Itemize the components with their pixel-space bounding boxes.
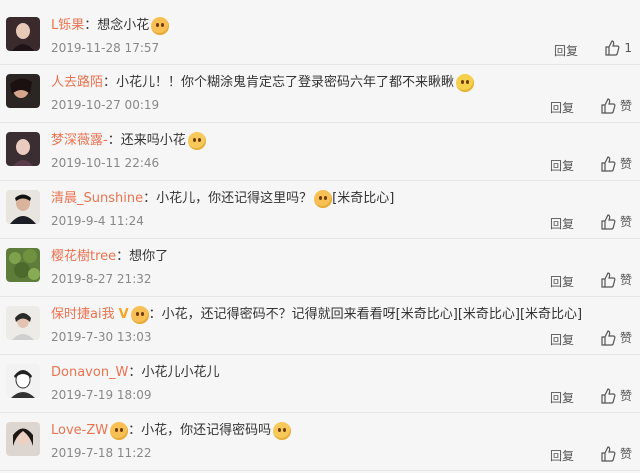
thumbs-up-icon xyxy=(601,155,616,172)
username[interactable]: 梦深薇露- xyxy=(51,131,108,151)
thumbs-up-icon xyxy=(605,40,620,56)
comment-text: 小花，你还记得密码吗 xyxy=(141,423,272,438)
like-count: 1 xyxy=(624,41,632,55)
avatar[interactable] xyxy=(6,132,40,166)
separator: ： xyxy=(107,133,121,148)
avatar[interactable] xyxy=(6,364,40,398)
like-button[interactable]: 赞 xyxy=(600,329,632,346)
cry-emoji-icon xyxy=(273,422,292,440)
comment-text: 还来吗小花 xyxy=(120,133,186,148)
comment-text: 小花儿，你还记得这里吗？ xyxy=(156,191,313,206)
like-button[interactable]: 赞 xyxy=(600,213,632,230)
truncated-header xyxy=(0,0,640,8)
cry-emoji-icon xyxy=(187,132,206,150)
like-button[interactable]: 赞 xyxy=(600,445,632,462)
username[interactable]: 清晨_Sunshine xyxy=(51,189,143,209)
like-button[interactable]: 赞 xyxy=(600,387,632,404)
reply-button[interactable]: 回复 xyxy=(550,99,574,116)
thumbs-up-icon xyxy=(601,387,616,404)
like-button[interactable]: 赞 xyxy=(600,155,632,172)
kiss-emoji-icon xyxy=(110,422,129,440)
reply-button[interactable]: 回复 xyxy=(550,389,574,406)
timestamp: 2019-10-27 00:19 xyxy=(51,98,160,112)
like-button[interactable]: 1 xyxy=(604,40,632,56)
like-label: 赞 xyxy=(619,99,632,113)
username[interactable]: Donavon_W xyxy=(51,363,128,383)
sticker-text: [米奇比心] xyxy=(332,191,395,206)
separator: ： xyxy=(116,249,130,264)
thumbs-up-icon xyxy=(601,213,616,230)
like-label: 赞 xyxy=(619,157,632,171)
comment-text: 想念小花 xyxy=(97,18,150,33)
timestamp: 2019-10-11 22:46 xyxy=(51,156,160,170)
verified-badge: V xyxy=(118,307,129,322)
like-button[interactable]: 赞 xyxy=(600,97,632,114)
reply-button[interactable]: 回复 xyxy=(550,157,574,174)
avatar[interactable] xyxy=(6,248,40,282)
thumbs-up-icon xyxy=(601,329,616,346)
kiss-emoji-icon xyxy=(314,190,333,208)
timestamp: 2019-7-18 11:22 xyxy=(51,446,152,460)
like-label: 赞 xyxy=(619,447,632,461)
separator: ： xyxy=(148,307,162,322)
comment-item: 清晨_Sunshine ： 小花儿，你还记得这里吗？ [米奇比心] 2019-9… xyxy=(0,181,640,239)
like-label: 赞 xyxy=(619,389,632,403)
comment-item: 梦深薇露- ： 还来吗小花 2019-10-11 22:46 回复 赞 xyxy=(0,123,640,181)
kiss-emoji-icon xyxy=(151,17,170,35)
reply-button[interactable]: 回复 xyxy=(550,331,574,348)
kiss-emoji-icon xyxy=(130,306,149,324)
like-button[interactable]: 赞 xyxy=(600,271,632,288)
comment-item: L铄果 ： 想念小花 2019-11-28 17:57 回复 1 xyxy=(0,8,640,65)
separator: ： xyxy=(128,423,142,438)
reply-button[interactable]: 回复 xyxy=(550,215,574,232)
username[interactable]: 保时捷ai我 xyxy=(51,305,115,325)
thumbs-up-icon xyxy=(601,445,616,462)
timestamp: 2019-7-30 13:03 xyxy=(51,330,152,344)
comment-text: 小花儿小花儿 xyxy=(141,365,220,380)
separator: ： xyxy=(103,75,117,90)
comment-text: 小花，还记得密码不？记得就回来看看呀[米奇比心][米奇比心][米奇比心] xyxy=(161,307,583,322)
avatar[interactable] xyxy=(6,74,40,108)
reply-button[interactable]: 回复 xyxy=(550,273,574,290)
separator: ： xyxy=(128,365,142,380)
comment-item: Love-ZW ： 小花，你还记得密码吗 2019-7-18 11:22 回复 … xyxy=(0,413,640,471)
comment-item: 樱花樹tree ： 想你了 2019-8-27 21:32 回复 赞 xyxy=(0,239,640,297)
timestamp: 2019-11-28 17:57 xyxy=(51,41,160,55)
side-eye-emoji-icon xyxy=(456,74,475,92)
comment-list: L铄果 ： 想念小花 2019-11-28 17:57 回复 1 人去路陌 ： … xyxy=(0,8,640,471)
timestamp: 2019-8-27 21:32 xyxy=(51,272,152,286)
username[interactable]: 樱花樹tree xyxy=(51,247,116,267)
thumbs-up-icon xyxy=(601,271,616,288)
username[interactable]: L铄果 xyxy=(51,16,84,36)
comment-text: 小花儿！！你个糊涂鬼肯定忘了登录密码六年了都不来瞅瞅 xyxy=(116,75,455,90)
thumbs-up-icon xyxy=(601,97,616,114)
reply-button[interactable]: 回复 xyxy=(554,42,578,59)
avatar[interactable] xyxy=(6,422,40,456)
username[interactable]: 人去路陌 xyxy=(51,73,103,93)
comment-text: 想你了 xyxy=(129,249,169,264)
comment-item: 保时捷ai我 V ： 小花，还记得密码不？记得就回来看看呀[米奇比心][米奇比心… xyxy=(0,297,640,355)
timestamp: 2019-7-19 18:09 xyxy=(51,388,152,402)
like-label: 赞 xyxy=(619,273,632,287)
username[interactable]: Love-ZW xyxy=(51,421,108,441)
comment-item: 人去路陌 ： 小花儿！！你个糊涂鬼肯定忘了登录密码六年了都不来瞅瞅 2019-1… xyxy=(0,65,640,123)
avatar[interactable] xyxy=(6,17,40,51)
like-label: 赞 xyxy=(619,331,632,345)
timestamp: 2019-9-4 11:24 xyxy=(51,214,144,228)
reply-button[interactable]: 回复 xyxy=(550,447,574,464)
avatar[interactable] xyxy=(6,306,40,340)
comment-item: Donavon_W ： 小花儿小花儿 2019-7-19 18:09 回复 赞 xyxy=(0,355,640,413)
avatar[interactable] xyxy=(6,190,40,224)
separator: ： xyxy=(84,18,98,33)
separator: ： xyxy=(143,191,157,206)
like-label: 赞 xyxy=(619,215,632,229)
